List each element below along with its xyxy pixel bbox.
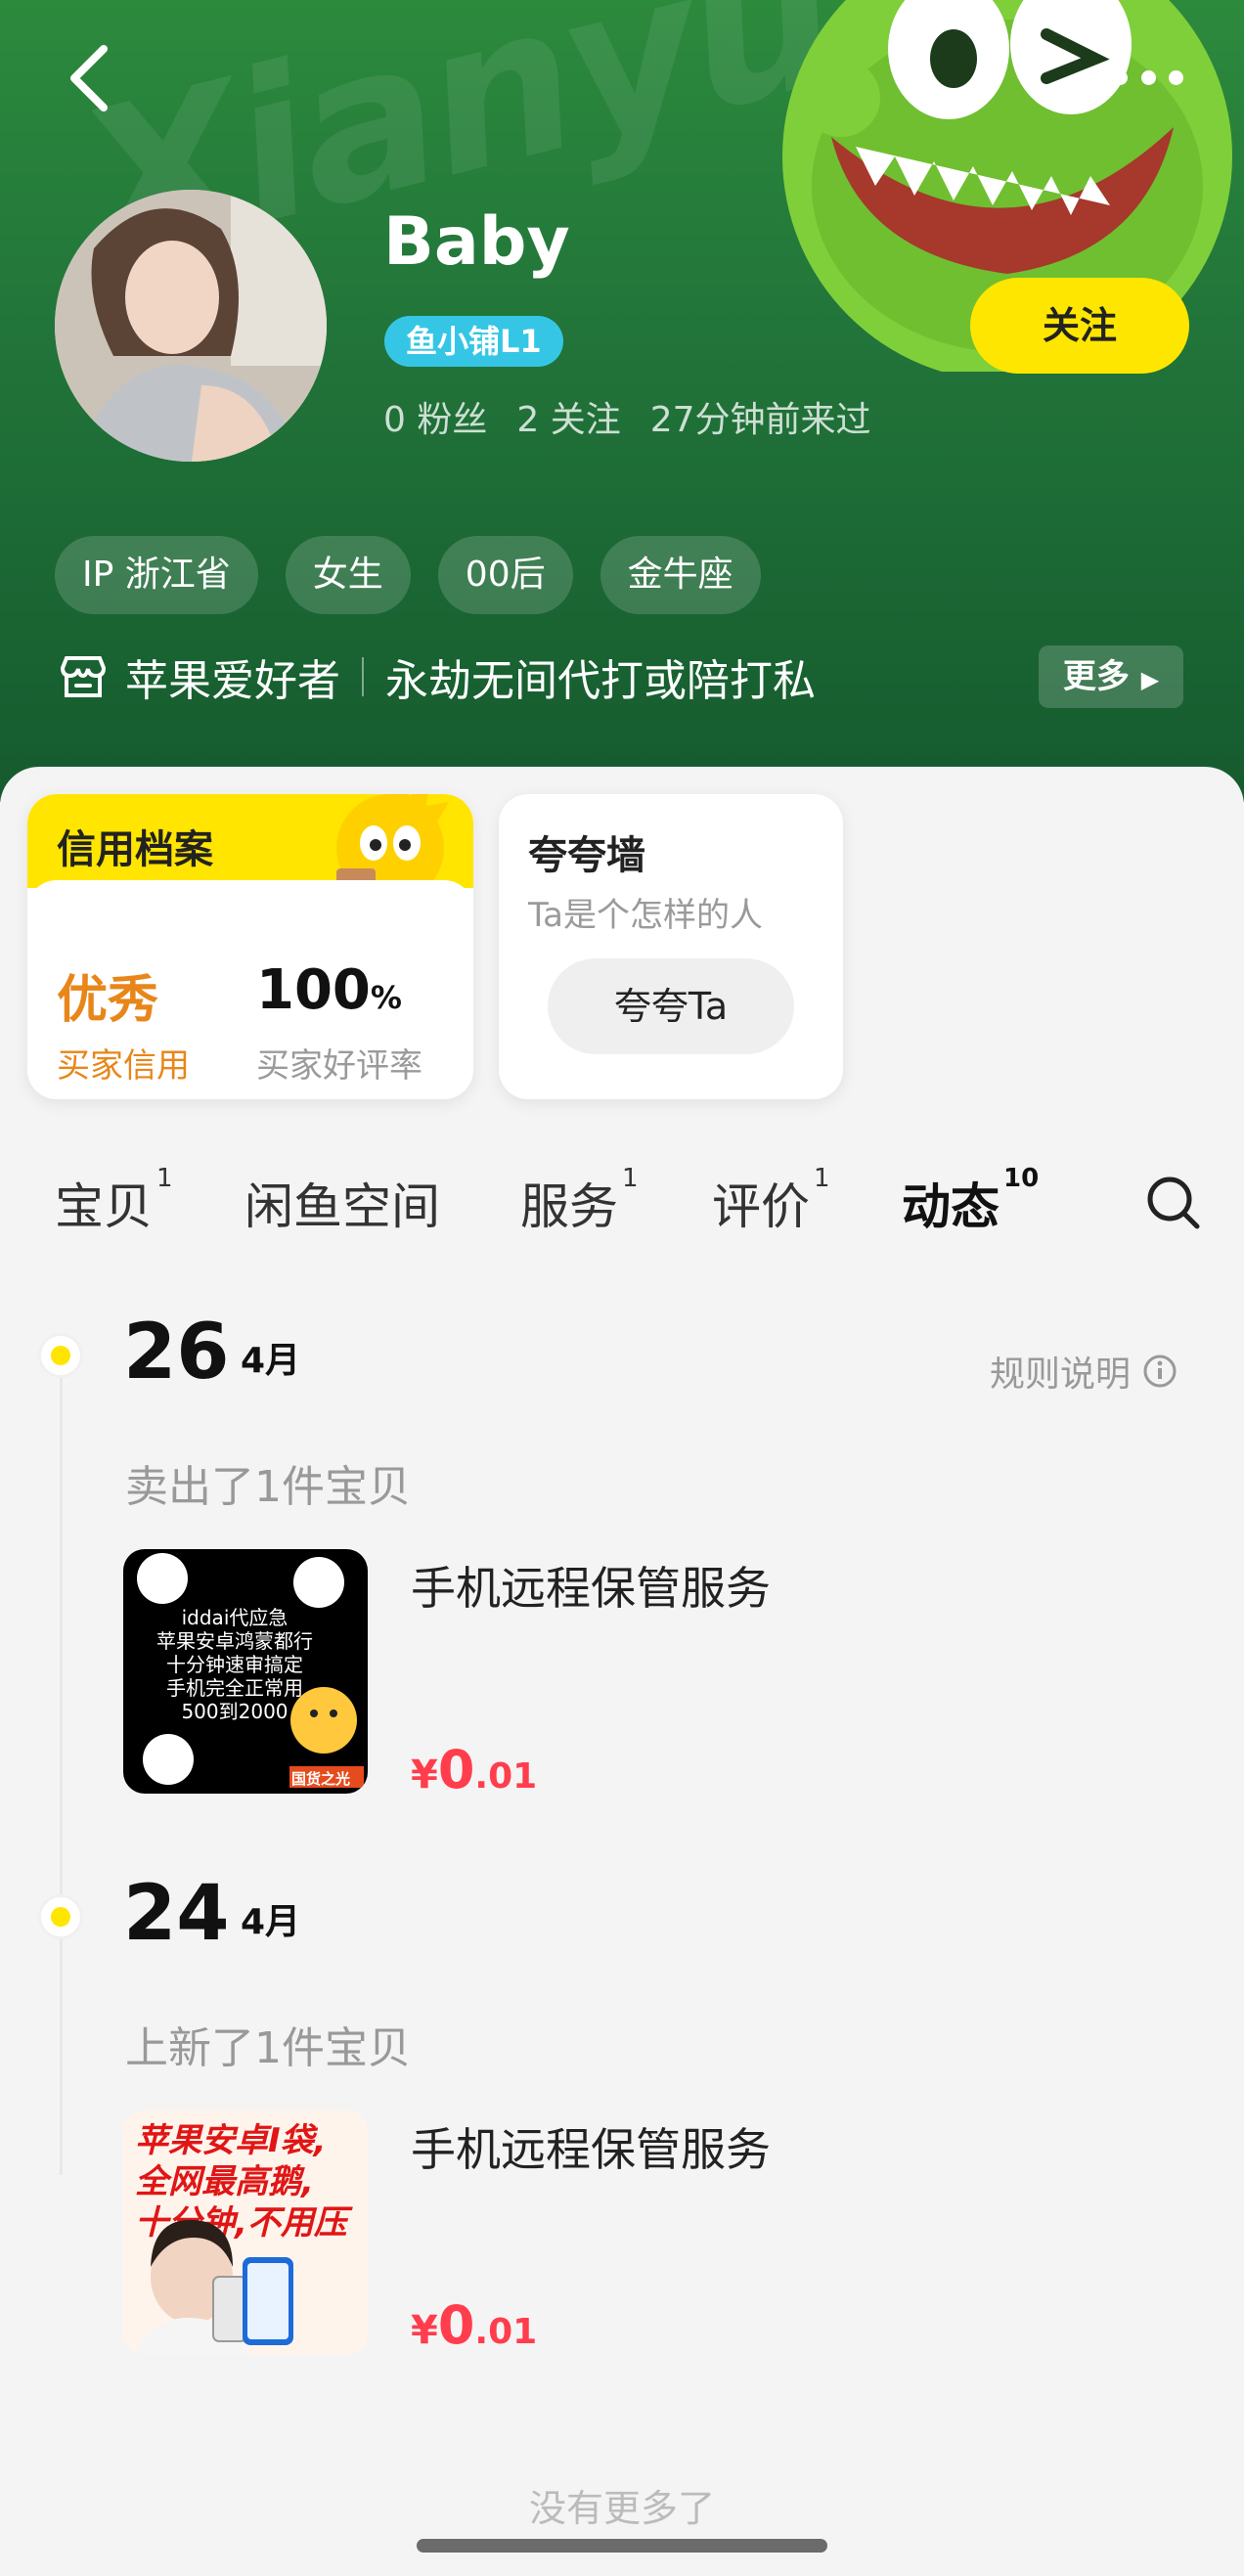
bio-text-1: 苹果爱好者 [125,656,340,706]
tag-ip: IP 浙江省 [55,536,258,614]
item-title[interactable]: 手机远程保管服务 [411,1553,771,1618]
timeline-dot [41,1336,80,1375]
content-area: 信用档案 优秀 100% 买家信用 买家好评率 夸夸墙 Ta是个怎样的人 夸夸T… [0,767,1244,2576]
tag-generation: 00后 [437,536,573,614]
level-badge[interactable]: 鱼小铺L1 [384,316,563,367]
shop-icon [60,656,107,697]
rules-link[interactable]: 规则说明 [990,1346,1177,1397]
tab-activity[interactable]: 动态 10 [902,1164,1039,1240]
timeline-month: 4月 [241,1341,301,1381]
praise-button[interactable]: 夸夸Ta [548,958,794,1054]
profile-tags: IP 浙江省 女生 00后 金牛座 [55,536,761,614]
tab-reviews[interactable]: 评价 1 [712,1164,830,1238]
last-visit: 27分钟前来过 [649,400,871,440]
avatar[interactable] [55,190,327,462]
tab-space[interactable]: 闲鱼空间 [244,1168,440,1238]
item-title[interactable]: 手机远程保管服务 [411,2114,771,2179]
activity-action: 卖出了1件宝贝 [125,1462,411,1512]
item-thumbnail[interactable]: iddai代应急 苹果安卓鸿蒙都行 十分钟速审搞定 手机完全正常用 500到20… [123,1549,368,1794]
positive-rate-value: 100% [256,958,402,1022]
buyer-credit-value: 优秀 [57,971,159,1030]
tab-services[interactable]: 服务 1 [520,1164,639,1238]
profile-tabs: 宝贝 1 闲鱼空间 服务 1 评价 1 动态 10 [0,1158,1244,1246]
buyer-credit-label: 买家信用 [57,1046,190,1086]
no-more-text: 没有更多了 [528,2487,715,2530]
more-options-icon[interactable] [1113,70,1183,86]
triangle-right-icon: ▶ [1140,666,1160,693]
timeline-line [60,1363,63,2175]
item-price: ¥0.01 [411,2294,538,2356]
praise-wall-title: 夸夸墙 [528,833,645,878]
following-count[interactable]: 2 关注 [516,391,620,442]
positive-rate-label: 买家好评率 [256,1046,422,1086]
praise-wall-card[interactable]: 夸夸墙 Ta是个怎样的人 夸夸Ta [499,794,843,1099]
tag-gender: 女生 [285,536,411,614]
praise-wall-subtitle: Ta是个怎样的人 [528,896,763,935]
bio-text-2: 永劫无间代打或陪打私 [385,656,816,706]
home-indicator[interactable] [417,2539,827,2553]
item-thumbnail[interactable]: 苹果安卓I袋, 全网最高鹅, 十分钟,不用压 [123,2110,368,2355]
user-name: Baby [383,203,570,281]
timeline-month: 4月 [241,1902,301,1942]
thumbnail-caption: iddai代应急 苹果安卓鸿蒙都行 十分钟速审搞定 手机完全正常用 500到20… [156,1606,313,1723]
item-price: ¥0.01 [411,1739,538,1800]
back-arrow-icon[interactable] [61,39,119,117]
activity-action: 上新了1件宝贝 [125,2023,411,2073]
bio-divider [362,657,364,696]
profile-header: Xianyu Baby 鱼小铺L1 0 粉丝 2 关注 27分钟前来过 关注 I… [0,0,1244,802]
user-stats: 0 粉丝 2 关注 27分钟前来过 [383,391,871,442]
timeline-day: 24 [123,1870,230,1958]
tab-items[interactable]: 宝贝 1 [55,1164,173,1238]
more-bio-button[interactable]: 更多 ▶ [1039,645,1183,708]
search-icon[interactable] [1144,1174,1203,1232]
tag-zodiac: 金牛座 [600,536,761,614]
credit-card[interactable]: 信用档案 优秀 100% 买家信用 买家好评率 [27,794,473,1099]
info-icon [1143,1355,1177,1388]
credit-title: 信用档案 [57,827,213,872]
bio-line: 苹果爱好者 永劫无间代打或陪打私 [59,645,816,708]
timeline-day: 26 [123,1309,230,1397]
timeline-dot [41,1897,80,1936]
follow-button[interactable]: 关注 [970,278,1189,374]
fans-count[interactable]: 0 粉丝 [383,391,487,442]
thumbnail-brand: 国货之光 [291,1770,351,1788]
